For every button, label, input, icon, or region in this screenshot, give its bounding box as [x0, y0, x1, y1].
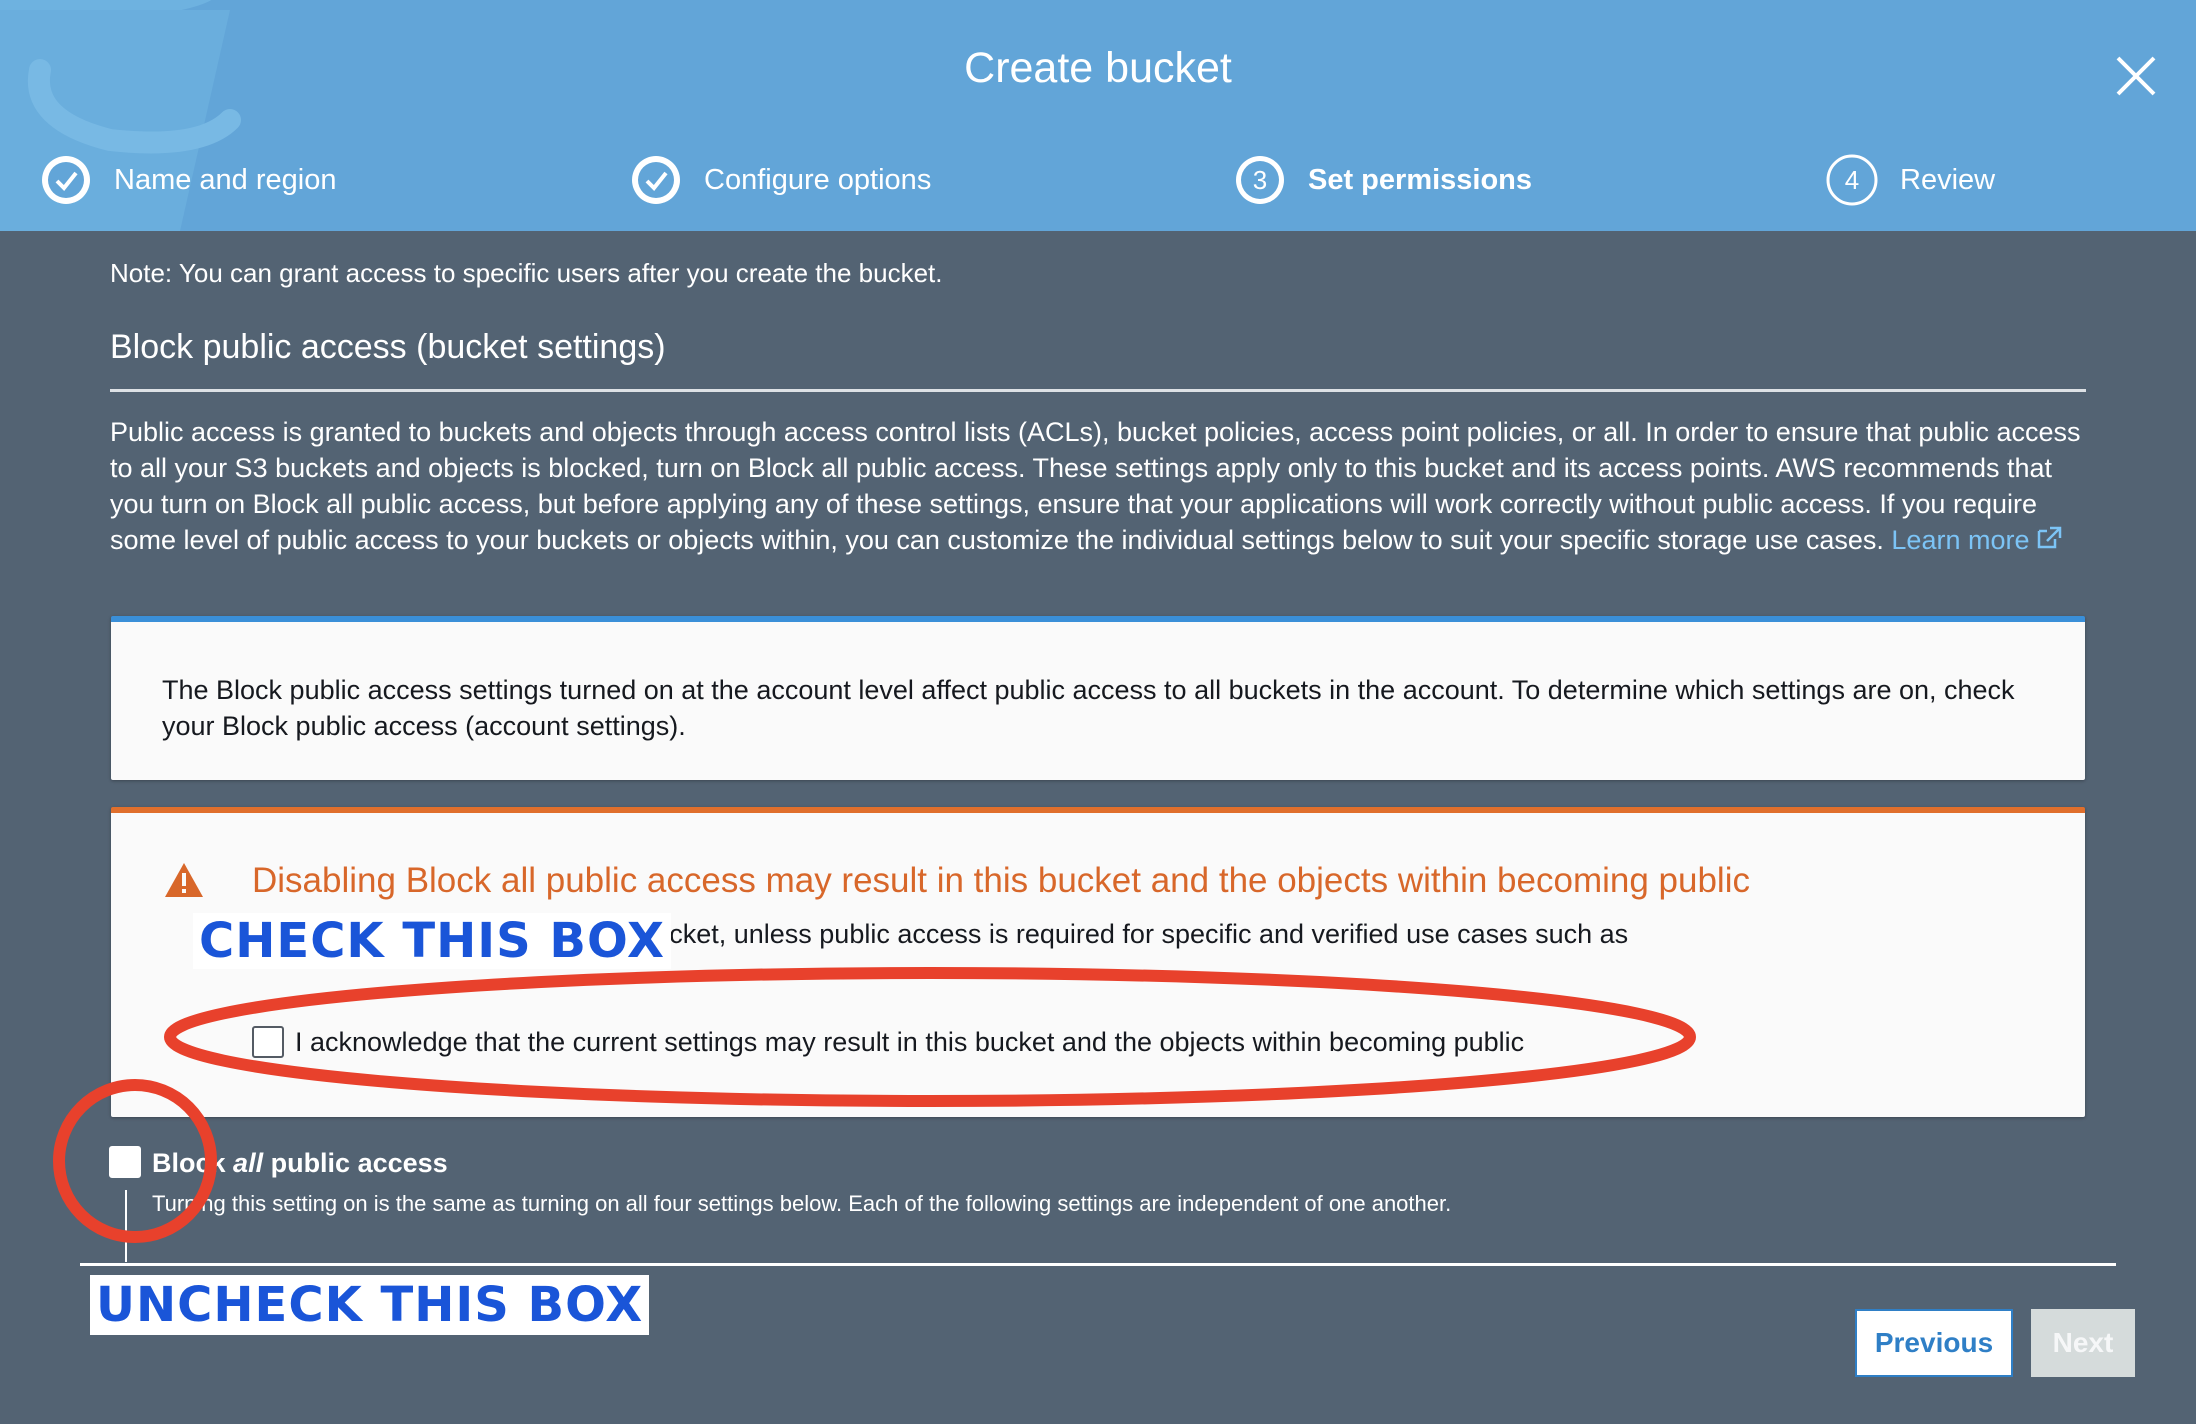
check-circle-icon [632, 156, 680, 204]
step-label: Review [1900, 163, 1996, 196]
label-obscured: k [210, 1148, 234, 1178]
step-number-icon: 4 [1826, 154, 1878, 206]
info-alert-text: The Block public access settings turned … [162, 675, 2015, 741]
block-all-public-access-checkbox[interactable] [109, 1146, 141, 1178]
block-all-description: Turning this setting on is the same as t… [152, 1191, 1452, 1216]
block-all-public-access-label[interactable]: Block all public access [152, 1148, 448, 1179]
step-configure-options[interactable]: Configure options [630, 152, 931, 208]
step-label: Configure options [704, 163, 932, 196]
close-icon[interactable] [2112, 52, 2160, 100]
check-circle-icon [42, 156, 90, 204]
warning-title: Disabling Block all public access may re… [252, 861, 1750, 900]
annotation-check-this-box: CHECK THIS BOX [193, 913, 672, 969]
step-label: Set permissions [1308, 163, 1533, 196]
step-set-permissions[interactable]: 3 Set permissions [1234, 152, 1532, 208]
description-body: Public access is granted to buckets and … [110, 417, 2081, 555]
step-name-and-region[interactable]: Name and region [40, 152, 336, 208]
note-text: Note: You can grant access to specific u… [110, 258, 943, 288]
section-title: Block public access (bucket settings) [110, 328, 666, 366]
label-suffix: public access [263, 1148, 448, 1178]
step-label: Name and region [114, 163, 337, 196]
label-prefix: Bloc [152, 1148, 211, 1178]
step-review[interactable]: 4 Review [1826, 152, 1995, 208]
step-number-icon: 3 [1236, 156, 1284, 204]
divider [110, 389, 2086, 392]
footer-divider [80, 1263, 2116, 1266]
warning-icon [165, 863, 203, 897]
learn-more-link[interactable]: Learn more [1891, 525, 2063, 555]
next-button[interactable]: Next [2031, 1309, 2135, 1377]
description-text: Public access is granted to buckets and … [110, 414, 2090, 558]
wizard-header: Create bucket Name and region Configure … [0, 0, 2196, 231]
previous-button[interactable]: Previous [1855, 1309, 2013, 1377]
tree-connector [125, 1190, 127, 1262]
acknowledge-label[interactable]: I acknowledge that the current settings … [295, 1027, 1524, 1058]
learn-more-label: Learn more [1891, 525, 2030, 555]
info-alert: The Block public access settings turned … [111, 616, 2085, 780]
step-number: 3 [1253, 165, 1267, 195]
step-number: 4 [1845, 165, 1859, 195]
acknowledge-checkbox[interactable] [252, 1026, 284, 1058]
external-link-icon [2038, 526, 2062, 549]
annotation-uncheck-this-box: UNCHECK THIS BOX [90, 1275, 650, 1335]
dialog-title: Create bucket [964, 44, 1232, 92]
label-italic: all [233, 1148, 264, 1178]
